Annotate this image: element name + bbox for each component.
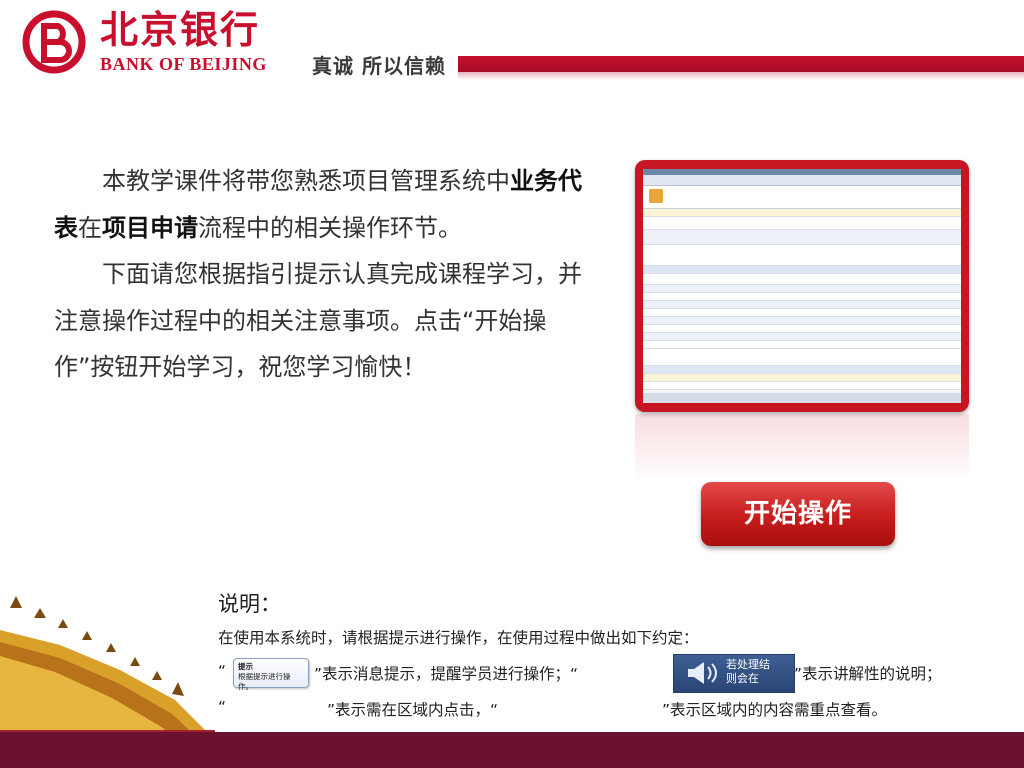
preview-row xyxy=(643,209,961,217)
preview-row xyxy=(643,333,961,341)
notes-line-2-end: ”表示讲解性的说明； xyxy=(794,665,942,683)
preview-reflection xyxy=(635,414,969,484)
preview-row xyxy=(643,301,961,309)
preview-row xyxy=(643,317,961,325)
preview-form-header xyxy=(643,186,961,209)
notes-line-2-mid: ”表示消息提示，提醒学员进行操作；“ xyxy=(314,665,579,683)
explanation-sample: 若处理结 则会在 xyxy=(673,654,795,693)
preview-row xyxy=(643,230,961,245)
quote-mark: “ xyxy=(218,662,227,680)
preview-folder-icon xyxy=(649,189,663,203)
preview-row xyxy=(643,349,961,366)
header-red-bar xyxy=(458,56,1024,72)
intro-text-part: 本教学课件将带您熟悉项目管理系统中 xyxy=(102,167,510,195)
start-operation-button[interactable]: 开始操作 xyxy=(701,482,895,546)
header-bar-shadow xyxy=(458,72,1024,80)
preview-row xyxy=(643,366,961,374)
brand-name-en: BANK OF BEIJING xyxy=(100,54,267,74)
preview-row xyxy=(643,341,961,349)
preview-row xyxy=(643,309,961,317)
intro-paragraph-1: 本教学课件将带您熟悉项目管理系统中业务代表在项目申请流程中的相关操作环节。 xyxy=(54,158,584,251)
notes-line-3-mid: ”表示需在区域内点击，“ xyxy=(327,701,499,719)
preview-row xyxy=(643,266,961,274)
notes-line-1: 在使用本系统时，请根据提示进行操作，在使用过程中做出如下约定： xyxy=(218,629,699,647)
intro-text-part: 在 xyxy=(78,213,102,242)
preview-row xyxy=(643,374,961,382)
preview-screen xyxy=(643,169,961,403)
preview-row xyxy=(643,217,961,230)
tip-message-sample: 提示 根据提示进行操作。 xyxy=(233,658,309,691)
palace-roof-decoration xyxy=(0,596,215,740)
brand-name-cn: 北京银行 xyxy=(100,7,261,52)
quote-mark: “ xyxy=(218,698,227,716)
intro-text: 本教学课件将带您熟悉项目管理系统中业务代表在项目申请流程中的相关操作环节。 下面… xyxy=(54,158,584,391)
preview-row xyxy=(643,285,961,293)
preview-row xyxy=(643,245,961,266)
slogan: 真诚 所以信赖 xyxy=(312,54,446,78)
intro-text-part: 流程中的相关操作环节。 xyxy=(198,213,462,242)
preview-row xyxy=(643,274,961,285)
preview-row xyxy=(643,382,961,390)
preview-row xyxy=(643,325,961,333)
speaker-icon xyxy=(688,662,717,684)
intro-bold-process: 项目申请 xyxy=(102,213,198,242)
preview-title-bar xyxy=(643,175,961,186)
intro-paragraph-2: 下面请您根据指引提示认真完成课程学习，并注意操作过程中的相关注意事项。点击“开始… xyxy=(54,260,582,381)
tip-sample-body: 根据提示进行操作。 xyxy=(238,672,291,691)
bank-of-beijing-logo-icon xyxy=(22,10,86,74)
notes-title: 说明： xyxy=(218,592,281,616)
tip-sample-title: 提示 xyxy=(238,662,253,671)
preview-row xyxy=(643,293,961,301)
footer-bar xyxy=(0,732,1024,768)
system-screenshot-preview xyxy=(635,160,969,412)
preview-status-bar xyxy=(643,393,961,403)
explanation-sample-text: 若处理结 则会在 xyxy=(726,658,770,685)
notes-line-3-end: ”表示区域内的内容需重点查看。 xyxy=(662,701,888,719)
